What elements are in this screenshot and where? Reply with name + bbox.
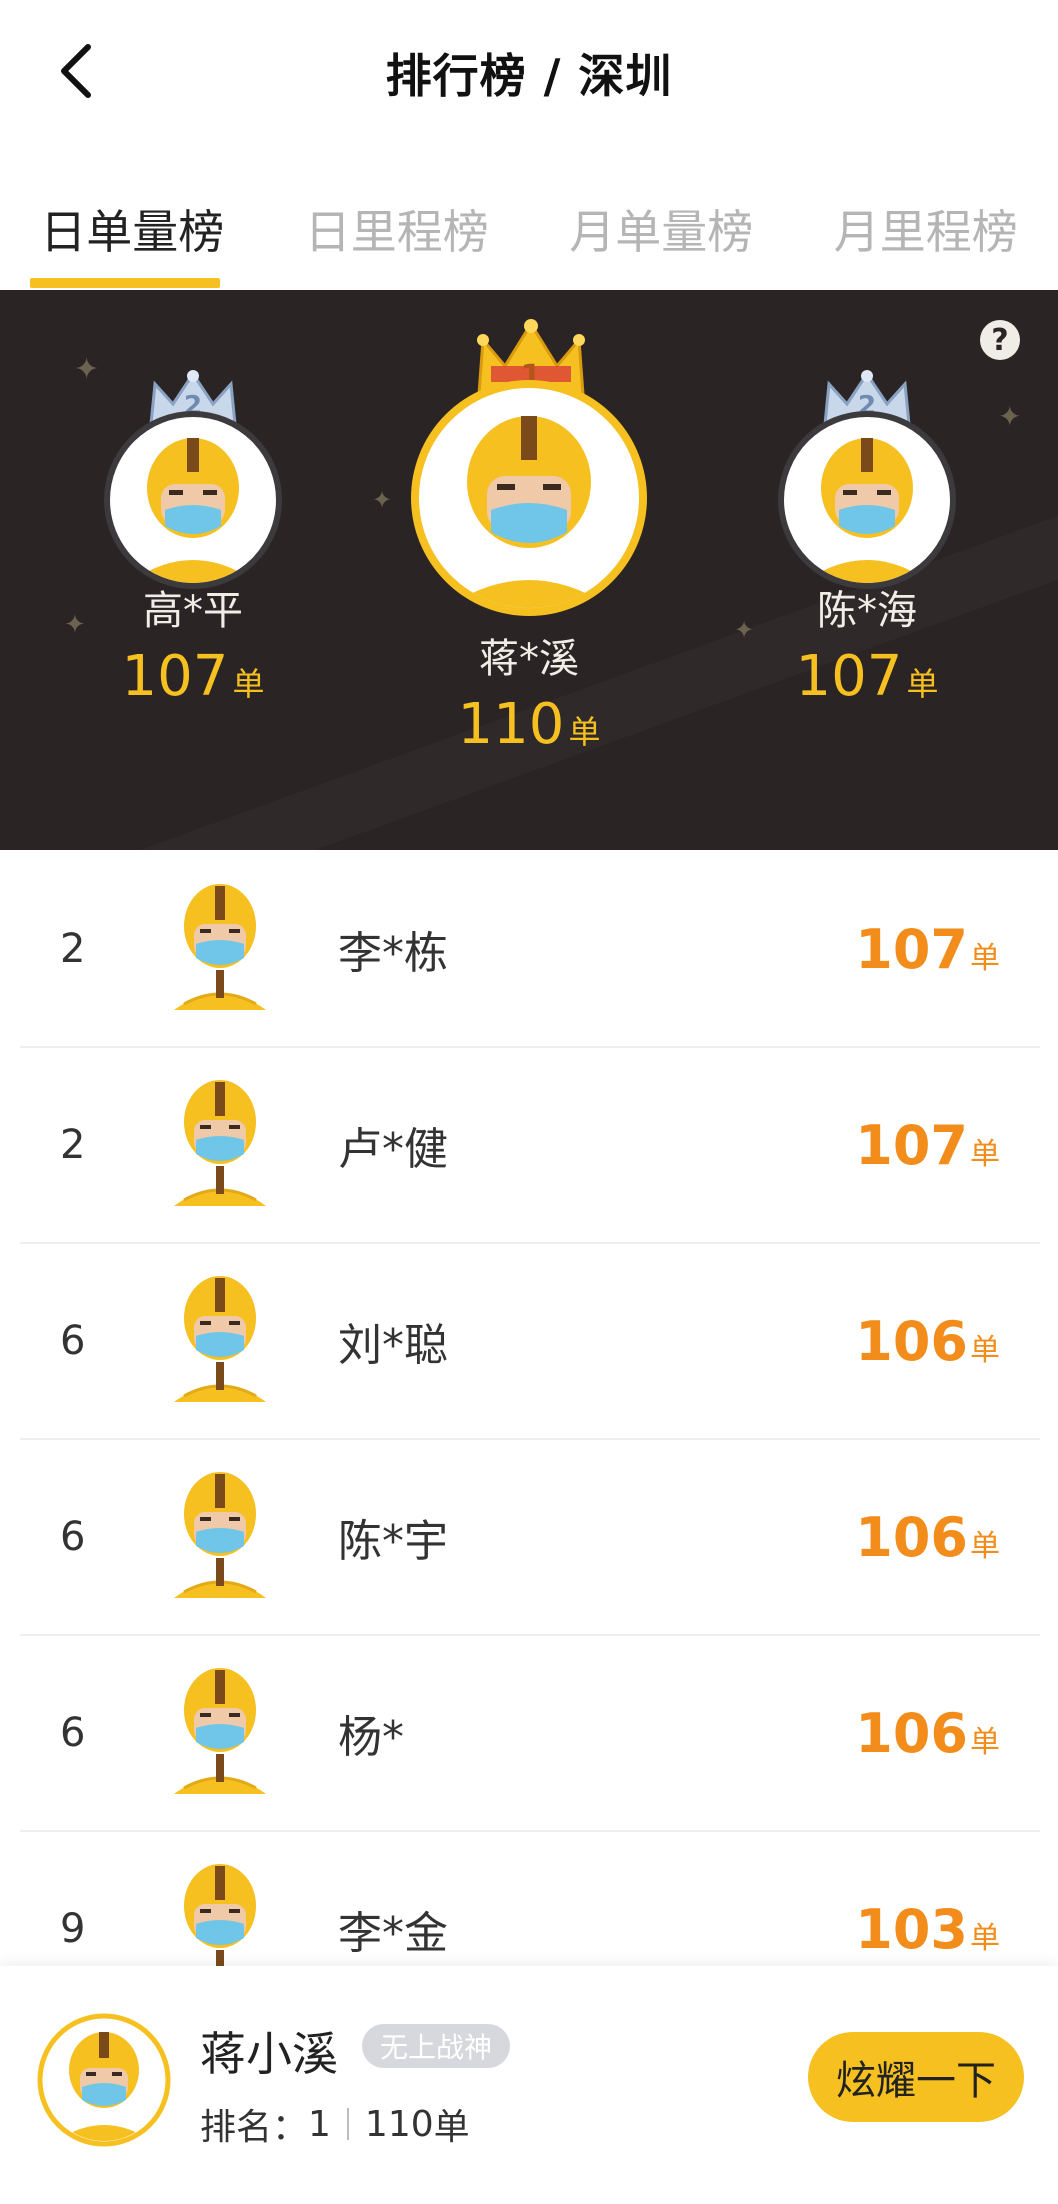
tab-daily-orders[interactable]: 日单量榜 <box>0 180 265 288</box>
podium-second-right[interactable]: 2 陈*海 107 单 <box>772 370 962 709</box>
tab-daily-mileage[interactable]: 日里程榜 <box>265 180 530 288</box>
my-count-value: 110 <box>364 2103 434 2145</box>
order-count-value: 103 <box>855 1897 968 1961</box>
rank-number: 6 <box>60 1318 86 1364</box>
rank-number: 9 <box>60 1906 86 1952</box>
sparkle-icon: ✦ <box>734 616 755 644</box>
list-item[interactable]: 2 李*栋 107单 <box>20 852 1040 1048</box>
tab-label: 月里程榜 <box>833 205 1018 259</box>
order-count-value: 106 <box>855 1701 968 1765</box>
list-item[interactable]: 6 陈*宇 106单 <box>20 1440 1040 1636</box>
podium-count-value: 110 <box>457 692 565 757</box>
rank-number: 2 <box>60 926 86 972</box>
order-count-unit: 单 <box>970 1724 1000 1760</box>
rider-name: 李*金 <box>338 1908 448 1959</box>
my-rank-info: 排名： 1 110 单 <box>200 2098 470 2150</box>
top-three-podium: ? ✦ ✦ ✦ ✦ ✦ 2 高*平 107 单 1 蒋*溪 110 单 2 陈*… <box>0 290 1058 850</box>
my-rank-bar: 蒋小溪 无上战神 排名： 1 110 单 炫耀一下 <box>0 1966 1058 2204</box>
avatar <box>411 380 647 616</box>
podium-count-unit: 单 <box>906 665 939 703</box>
rider-name: 陈*宇 <box>338 1516 448 1567</box>
podium-count-value: 107 <box>795 644 903 709</box>
avatar <box>170 1470 270 1604</box>
podium-count-unit: 单 <box>568 713 601 751</box>
rank-label: 排名： <box>200 2107 309 2148</box>
podium-name: 蒋*溪 <box>479 636 579 682</box>
tab-label: 日里程榜 <box>304 205 489 259</box>
order-count: 106单 <box>855 1506 1000 1569</box>
avatar[interactable] <box>36 2012 172 2148</box>
podium-count: 110 单 <box>404 692 654 757</box>
podium-count-value: 107 <box>121 644 229 709</box>
header: 排行榜 / 深圳 <box>0 0 1058 150</box>
avatar <box>104 411 282 589</box>
sparkle-icon: ✦ <box>998 400 1022 433</box>
question-icon[interactable]: ? <box>980 320 1020 360</box>
podium-count-unit: 单 <box>232 665 265 703</box>
order-count-value: 107 <box>855 1113 968 1177</box>
order-count-unit: 单 <box>970 1528 1000 1564</box>
order-count-value: 106 <box>855 1505 968 1569</box>
my-count-unit: 单 <box>433 2107 470 2148</box>
podium-count: 107 单 <box>98 644 288 709</box>
sparkle-icon: ✦ <box>74 352 100 387</box>
podium-second-left[interactable]: 2 高*平 107 单 <box>98 370 288 709</box>
podium-first[interactable]: 1 蒋*溪 110 单 <box>404 318 654 757</box>
order-count-unit: 单 <box>970 1136 1000 1172</box>
my-name: 蒋小溪 <box>200 2027 338 2081</box>
order-count: 107单 <box>855 918 1000 981</box>
show-off-button[interactable]: 炫耀一下 <box>808 2032 1024 2122</box>
tab-bar: 日单量榜 日里程榜 月单量榜 月里程榜 <box>0 180 1058 288</box>
rider-name: 卢*健 <box>338 1124 448 1175</box>
order-count-unit: 单 <box>970 1920 1000 1956</box>
rider-name: 刘*聪 <box>338 1320 448 1371</box>
avatar <box>778 411 956 589</box>
list-item[interactable]: 6 刘*聪 106单 <box>20 1244 1040 1440</box>
tab-monthly-mileage[interactable]: 月里程榜 <box>794 180 1058 288</box>
sparkle-icon: ✦ <box>64 610 86 640</box>
ranking-list: 2 李*栋 107单 2 卢*健 107单 6 刘*聪 106单 6 陈*宇 1… <box>20 852 1040 2028</box>
order-count: 103单 <box>855 1898 1000 1961</box>
podium-count: 107 单 <box>772 644 962 709</box>
list-item[interactable]: 2 卢*健 107单 <box>20 1048 1040 1244</box>
order-count: 106单 <box>855 1310 1000 1373</box>
tab-monthly-orders[interactable]: 月单量榜 <box>529 180 794 288</box>
page-title: 排行榜 / 深圳 <box>385 49 673 103</box>
order-count: 106单 <box>855 1702 1000 1765</box>
avatar <box>170 882 270 1016</box>
avatar <box>170 1666 270 1800</box>
order-count-unit: 单 <box>970 940 1000 976</box>
order-count-value: 107 <box>855 917 968 981</box>
rank-value: 1 <box>308 2103 331 2145</box>
rider-name: 杨* <box>338 1712 404 1763</box>
tab-label: 日单量榜 <box>40 205 225 259</box>
avatar <box>170 1274 270 1408</box>
avatar <box>170 1078 270 1212</box>
rank-number: 2 <box>60 1122 86 1168</box>
title-badge: 无上战神 <box>362 2024 511 2068</box>
rider-name: 李*栋 <box>338 928 448 979</box>
order-count: 107单 <box>855 1114 1000 1177</box>
divider <box>346 2108 349 2140</box>
sparkle-icon: ✦ <box>372 486 393 514</box>
tab-label: 月单量榜 <box>569 205 754 259</box>
rank-number: 6 <box>60 1514 86 1560</box>
rank-number: 6 <box>60 1710 86 1756</box>
list-item[interactable]: 6 杨* 106单 <box>20 1636 1040 1832</box>
active-tab-indicator <box>30 278 220 288</box>
order-count-value: 106 <box>855 1309 968 1373</box>
order-count-unit: 单 <box>970 1332 1000 1368</box>
